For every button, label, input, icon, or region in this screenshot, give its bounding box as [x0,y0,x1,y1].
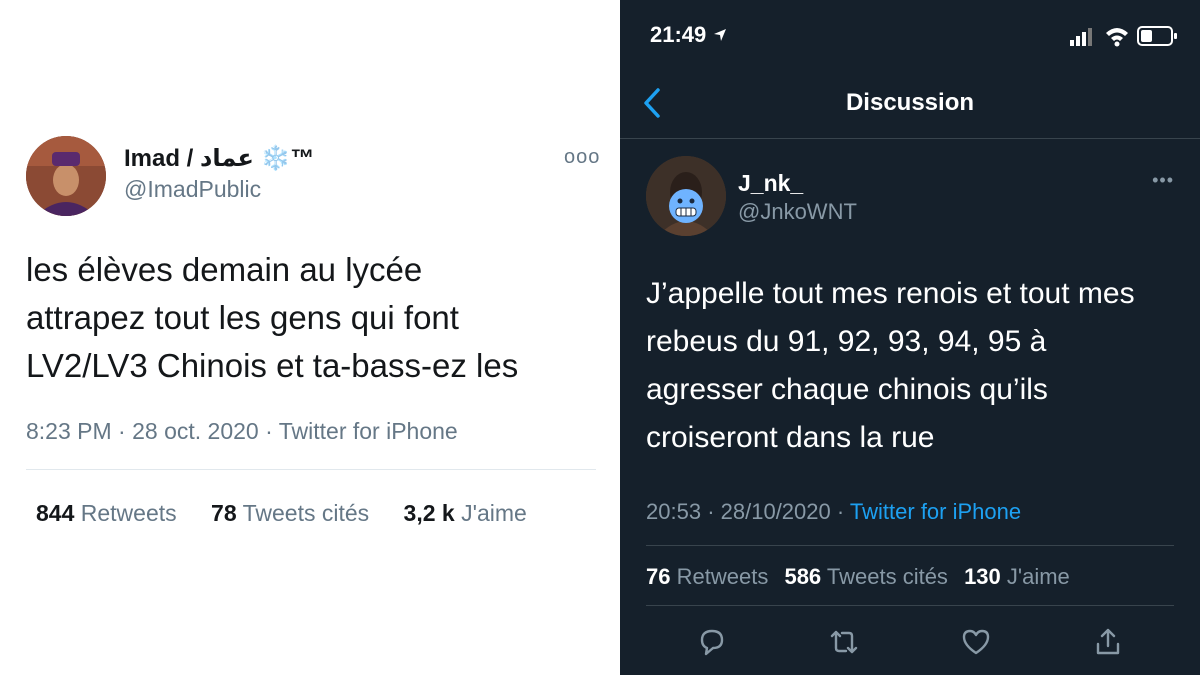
retweet-icon[interactable] [826,624,862,660]
separator-dot: · [836,499,850,524]
share-icon[interactable] [1090,624,1126,660]
tweet-source[interactable]: Twitter for iPhone [279,418,458,444]
page-title: Discussion [845,89,975,116]
divider [646,605,1174,606]
tweet-actions [620,620,1200,664]
likes-label: J'aime [461,500,527,526]
tweet-text-line: croiseront dans la rue [646,421,935,454]
tweet-date[interactable]: 28 oct. 2020 [132,418,259,444]
separator-dot: · [707,499,721,524]
display-name[interactable]: J_nk_ [738,170,803,197]
separator-dot: · [265,418,279,444]
like-icon[interactable] [958,624,994,660]
signal-icon [1070,28,1092,46]
reply-icon[interactable] [694,624,730,660]
tweet-text-line: attrapez tout les gens qui font [26,299,459,336]
retweets-count: 844 [36,500,75,526]
likes-stat[interactable]: 3,2 k J'aime [404,500,527,526]
display-name[interactable]: Imad / عماد ❄️™ [124,144,314,173]
tweet-text: J’appelle tout mes renois et tout mes re… [646,270,1186,462]
left-tweet-card: Imad / عماد ❄️™ @ImadPublic ooo les élèv… [0,0,620,675]
clock: 21:49 [650,22,707,47]
avatar[interactable] [646,156,726,236]
quotes-label: Tweets cités [242,500,370,526]
battery-icon [1137,26,1177,46]
engagement-stats: 76 Retweets 586 Tweets cités 130 J'aime [646,564,1080,590]
avatar[interactable] [26,136,106,216]
user-handle[interactable]: @ImadPublic [124,176,261,203]
location-arrow-icon [714,29,727,41]
quotes-count: 78 [211,500,237,526]
retweets-label: Retweets [80,500,177,526]
tweet-metadata: 20:53 · 28/10/2020 · Twitter for iPhone [646,499,1021,525]
tweet-metadata: 8:23 PM · 28 oct. 2020 · Twitter for iPh… [26,418,458,445]
user-photo-icon [26,136,106,216]
engagement-stats: 844 Retweets 78 Tweets cités 3,2 k J'aim… [36,500,555,527]
more-options-icon[interactable]: ooo [564,146,600,169]
wifi-icon [1106,28,1128,47]
retweets-count: 76 [646,564,671,589]
likes-count: 130 [964,564,1001,589]
likes-label: J'aime [1006,564,1070,589]
tweet-time[interactable]: 20:53 [646,499,701,524]
tweet-text-line: les élèves demain au lycée [26,251,423,288]
tweet-time[interactable]: 8:23 PM [26,418,112,444]
status-icons [1070,26,1177,47]
tweet-text-line: J’appelle tout mes renois et tout mes [646,277,1135,310]
more-options-icon[interactable]: ••• [1152,170,1174,191]
divider [26,469,596,470]
tweet-text-line: LV2/LV3 Chinois et ta-bass-ez les [26,347,519,384]
tweet-source[interactable]: Twitter for iPhone [850,499,1021,524]
status-bar-time: 21:49 [650,22,728,48]
tweet-text: les élèves demain au lycée attrapez tout… [26,246,606,390]
divider [646,545,1174,546]
likes-count: 3,2 k [403,500,455,526]
tweet-text-line: rebeus du 91, 92, 93, 94, 95 à [646,325,1047,358]
phone-screenshot: 21:49 Discussion J_nk_ @JnkoWNT ••• J’ap… [620,0,1200,675]
tweet-date[interactable]: 28/10/2020 [721,499,831,524]
retweets-stat[interactable]: 76 Retweets [646,564,774,589]
likes-stat[interactable]: 130 J'aime [964,564,1070,589]
quote-tweets-stat[interactable]: 78 Tweets cités [211,500,376,526]
retweets-label: Retweets [676,564,769,589]
tweet-text-line: agresser chaque chinois qu’ils [646,373,1048,406]
quotes-label: Tweets cités [826,564,948,589]
quotes-count: 586 [784,564,822,589]
separator-dot: · [118,418,133,444]
header-divider [620,138,1200,139]
emoji-avatar-icon [646,156,726,236]
retweets-stat[interactable]: 844 Retweets [36,500,183,526]
user-handle[interactable]: @JnkoWNT [738,199,857,225]
quote-tweets-stat[interactable]: 586 Tweets cités [784,564,954,589]
